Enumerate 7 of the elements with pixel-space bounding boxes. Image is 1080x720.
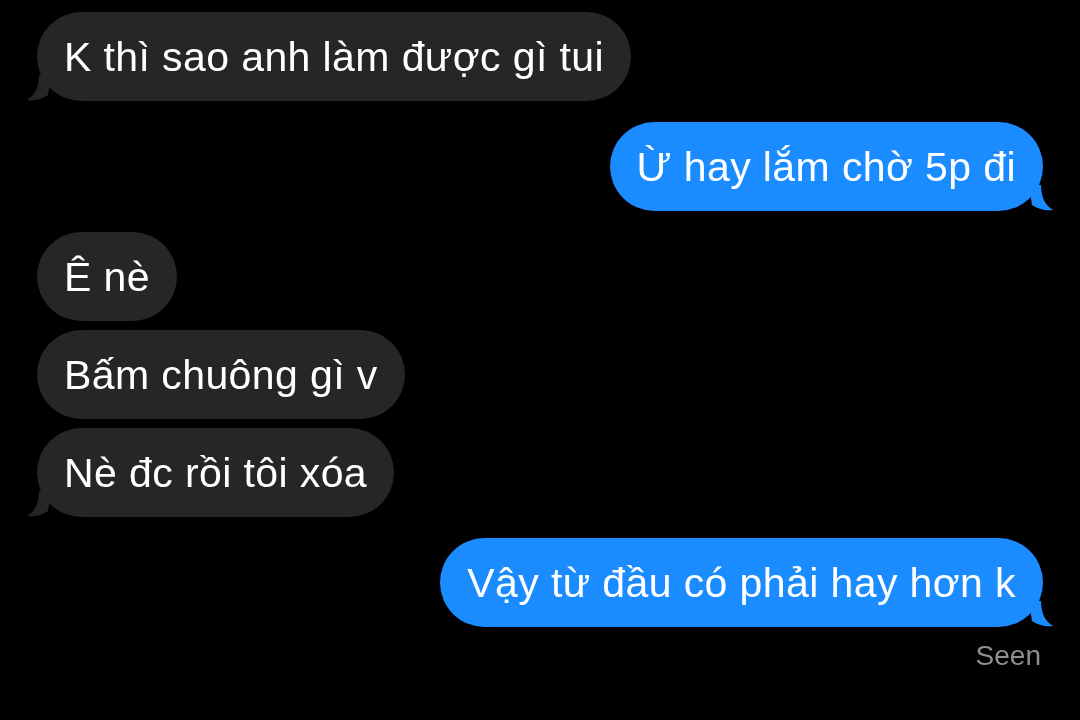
incoming-message-bubble: Bấm chuông gì v	[37, 330, 405, 419]
incoming-message-bubble: K thì sao anh làm được gì tui	[37, 12, 631, 101]
read-receipt: Seen	[975, 640, 1041, 672]
incoming-message-bubble: Nè đc rồi tôi xóa	[37, 428, 395, 517]
outgoing-message-bubble: Vậy từ đầu có phải hay hơn k	[440, 538, 1043, 627]
incoming-message-bubble: Ê nè	[37, 232, 177, 321]
outgoing-message-bubble: Ừ hay lắm chờ 5p đi	[609, 122, 1043, 211]
